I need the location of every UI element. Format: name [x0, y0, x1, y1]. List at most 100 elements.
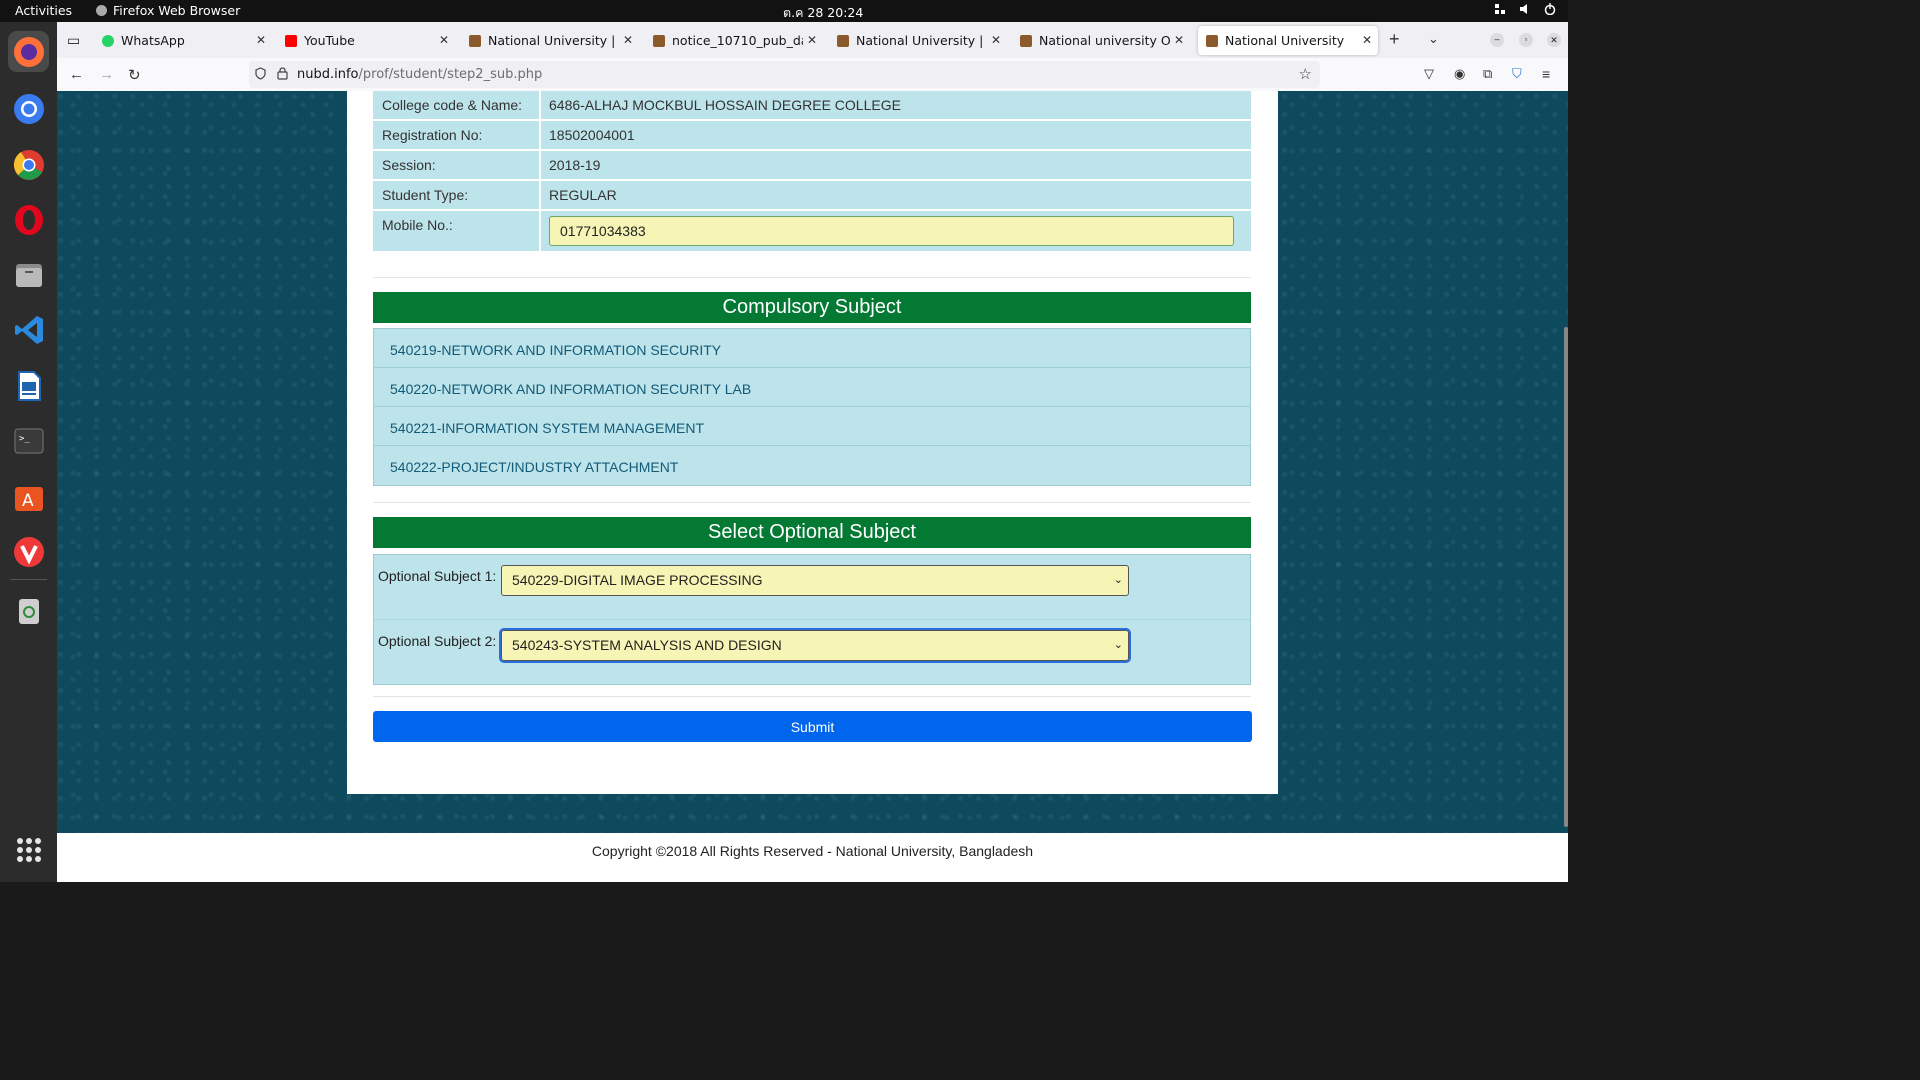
close-tab-icon[interactable]: ✕	[439, 33, 449, 47]
close-tab-icon[interactable]: ✕	[991, 33, 1001, 47]
footer: Copyright ©2018 All Rights Reserved - Na…	[57, 833, 1568, 882]
forward-icon[interactable]: →	[99, 66, 114, 83]
opera-icon[interactable]	[8, 199, 49, 240]
extensions-icon[interactable]: ⧉	[1483, 66, 1492, 82]
close-tab-icon[interactable]: ✕	[623, 33, 633, 47]
optional-subject-1-label: Optional Subject 1:	[378, 568, 497, 584]
info-value	[541, 211, 1251, 251]
info-value: REGULAR	[541, 181, 1251, 209]
list-item: 540221-INFORMATION SYSTEM MANAGEMENT	[374, 407, 1250, 446]
page-viewport: College code & Name: 6486-ALHAJ MOCKBUL …	[57, 91, 1568, 882]
network-icon	[1494, 3, 1506, 15]
clock[interactable]: ต.ค 28 20:24	[783, 3, 863, 23]
pocket-icon[interactable]: ▽	[1424, 66, 1434, 82]
optional-subject-2-label: Optional Subject 2:	[378, 633, 497, 649]
minimize-button[interactable]: –	[1490, 33, 1504, 47]
info-label: Session:	[373, 151, 539, 179]
info-row-registration: Registration No: 18502004001	[373, 121, 1251, 149]
info-value: 6486-ALHAJ MOCKBUL HOSSAIN DEGREE COLLEG…	[541, 91, 1251, 119]
tab-national-university-2[interactable]: National University | Ban ✕	[837, 26, 1007, 55]
trash-icon[interactable]	[8, 589, 49, 630]
nu-logo-icon	[1020, 34, 1032, 47]
tab-youtube[interactable]: YouTube ✕	[285, 26, 455, 55]
tab-title: National University	[1225, 33, 1345, 48]
firefox-icon	[96, 5, 107, 16]
tab-notice[interactable]: notice_10710_pub_date_ ✕	[653, 26, 823, 55]
url-path: /prof/student/step2_sub.php	[358, 67, 543, 82]
chromium-icon[interactable]	[8, 88, 49, 129]
tab-title: notice_10710_pub_date_	[672, 33, 803, 48]
tab-national-university-1[interactable]: National University | Ban ✕	[469, 26, 639, 55]
new-tab-button[interactable]: +	[1389, 29, 1400, 50]
info-label: Mobile No.:	[373, 211, 539, 251]
info-value: 18502004001	[541, 121, 1251, 149]
tab-whatsapp[interactable]: WhatsApp ✕	[102, 26, 272, 55]
compulsory-subject-heading: Compulsory Subject	[373, 292, 1251, 323]
maximize-button[interactable]: ▫	[1519, 33, 1533, 47]
firefox-icon[interactable]	[8, 31, 49, 72]
url-text[interactable]: nubd.info/prof/student/step2_sub.php	[297, 67, 542, 82]
optional-subject-heading: Select Optional Subject	[373, 517, 1251, 548]
app-name: Firefox Web Browser	[113, 3, 241, 18]
lock-icon[interactable]	[277, 67, 288, 80]
list-item: 540220-NETWORK AND INFORMATION SECURITY …	[374, 368, 1250, 407]
info-label: College code & Name:	[373, 91, 539, 119]
activities-button[interactable]: Activities	[15, 3, 72, 18]
vivaldi-icon[interactable]	[8, 531, 49, 572]
system-top-bar: Activities Firefox Web Browser ต.ค 28 20…	[0, 0, 1568, 22]
shield-extension-icon[interactable]: ⛉	[1512, 66, 1522, 82]
system-tray[interactable]	[1494, 3, 1556, 16]
app-menu[interactable]: Firefox Web Browser	[96, 3, 240, 18]
volume-icon	[1519, 3, 1531, 15]
optional-subject-row-2: Optional Subject 2: 540243-SYSTEM ANALYS…	[374, 619, 1250, 684]
tab-title: YouTube	[304, 33, 355, 48]
mobile-number-input[interactable]	[549, 216, 1234, 246]
tab-national-university-online[interactable]: National university Onlin ✕	[1020, 26, 1190, 55]
chrome-icon[interactable]	[8, 144, 49, 185]
svg-text:>_: >_	[19, 434, 30, 444]
optional-subject-2-select[interactable]: 540243-SYSTEM ANALYSIS AND DESIGN ⌄	[499, 628, 1131, 663]
nu-logo-icon	[1206, 34, 1218, 47]
nu-logo-icon	[469, 34, 481, 47]
close-tab-icon[interactable]: ✕	[1362, 33, 1372, 47]
close-tab-icon[interactable]: ✕	[1174, 33, 1184, 47]
submit-button[interactable]: Submit	[373, 711, 1252, 742]
divider	[373, 502, 1251, 503]
url-bar[interactable]: nubd.info/prof/student/step2_sub.php ☆	[249, 61, 1320, 88]
close-window-button[interactable]: ✕	[1547, 33, 1561, 47]
close-tab-icon[interactable]: ✕	[807, 33, 817, 47]
close-tab-icon[interactable]: ✕	[256, 33, 266, 47]
dock-separator	[10, 579, 47, 580]
tracking-protection-icon[interactable]	[255, 67, 266, 80]
menu-icon[interactable]: ≡	[1542, 66, 1550, 82]
files-icon[interactable]	[8, 254, 49, 295]
list-item: 540219-NETWORK AND INFORMATION SECURITY	[374, 329, 1250, 368]
back-icon[interactable]: ←	[69, 66, 84, 83]
dock: >_ A	[0, 22, 57, 882]
optional-subject-1-select[interactable]: 540229-DIGITAL IMAGE PROCESSING ⌄	[501, 565, 1129, 596]
vscode-icon[interactable]	[8, 309, 49, 350]
navigation-bar: ← → ↻ nubd.info/prof/student/step2_sub.p…	[57, 58, 1568, 92]
url-host: nubd.info	[297, 67, 359, 82]
selected-value: 540243-SYSTEM ANALYSIS AND DESIGN	[512, 637, 782, 653]
scrollbar[interactable]	[1564, 327, 1568, 827]
selected-value: 540229-DIGITAL IMAGE PROCESSING	[512, 572, 763, 588]
tab-national-university-active[interactable]: National University ✕	[1198, 26, 1378, 55]
software-center-icon[interactable]: A	[8, 475, 49, 516]
optional-subject-row-1: Optional Subject 1: 540229-DIGITAL IMAGE…	[374, 555, 1250, 619]
tab-title: National University | Ban	[488, 33, 619, 48]
terminal-icon[interactable]: >_	[8, 420, 49, 461]
list-item: 540222-PROJECT/INDUSTRY ATTACHMENT	[390, 459, 679, 475]
form-card: College code & Name: 6486-ALHAJ MOCKBUL …	[347, 91, 1278, 794]
info-label: Registration No:	[373, 121, 539, 149]
list-all-tabs-icon[interactable]: ▭	[67, 32, 80, 49]
account-icon[interactable]: ◉	[1454, 66, 1465, 82]
bookmark-star-icon[interactable]: ☆	[1299, 65, 1312, 83]
writer-icon[interactable]	[8, 365, 49, 406]
compulsory-subject-list: 540219-NETWORK AND INFORMATION SECURITY …	[373, 328, 1251, 486]
tab-title: National University | Ban	[856, 33, 987, 48]
copyright-text: Copyright ©2018 All Rights Reserved - Na…	[591, 843, 1034, 859]
reload-icon[interactable]: ↻	[128, 66, 141, 84]
show-apps-icon[interactable]	[17, 838, 41, 862]
chevron-down-icon[interactable]: ⌄	[1428, 31, 1439, 47]
